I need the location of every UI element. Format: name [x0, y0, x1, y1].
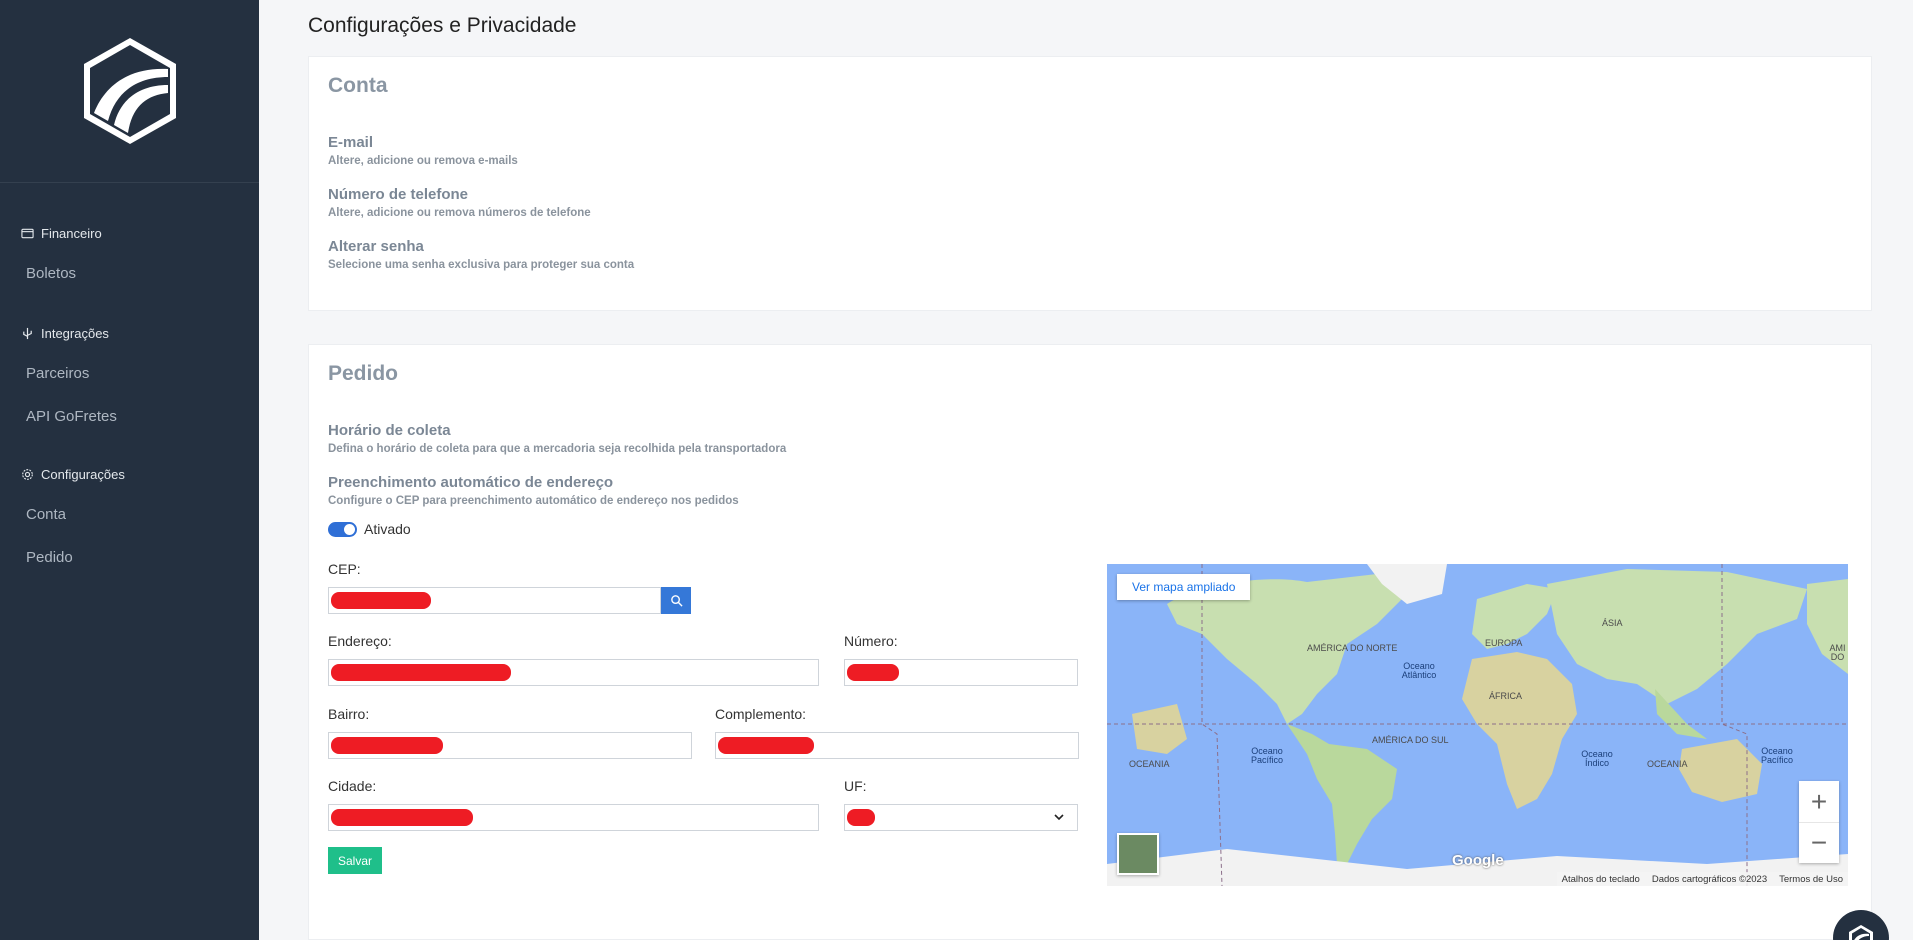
cep-search-button[interactable] [661, 587, 691, 614]
option-subtitle: Selecione uma senha exclusiva para prote… [328, 259, 635, 271]
numero-input[interactable] [844, 659, 1078, 686]
sidebar-item-api-gofretes[interactable]: API GoFretes [0, 395, 259, 438]
pedido-title: Pedido [328, 362, 399, 385]
label-asia: ÁSIA [1602, 618, 1623, 628]
label-oceania-east: OCEANIA [1647, 759, 1688, 769]
map-attribution: Atalhos do teclado Dados cartográficos ©… [1556, 872, 1848, 886]
auto-address-toggle-row: Ativado [328, 521, 411, 537]
zoom-controls: + − [1799, 781, 1839, 863]
search-icon [670, 595, 683, 607]
gofretes-logo-icon [83, 38, 176, 144]
option-subtitle: Defina o horário de coleta para que a me… [328, 443, 787, 455]
cep-label: CEP: [328, 561, 361, 577]
sidebar-group-label: Configurações [41, 466, 125, 482]
option-title: Número de telefone [328, 186, 469, 203]
sidebar: Financeiro Boletos Integrações Parceiros… [0, 0, 259, 940]
option-auto-address: Preenchimento automático de endereço Con… [328, 474, 739, 507]
sidebar-group-configuracoes: Configurações [0, 463, 259, 485]
option-title: Alterar senha [328, 238, 424, 255]
redaction [718, 737, 814, 754]
redaction [847, 809, 875, 826]
pedido-card: Pedido Horário de coleta Defina o horári… [308, 344, 1872, 940]
gofretes-logo-icon [1849, 925, 1873, 940]
option-password[interactable]: Alterar senha Selecione uma senha exclus… [328, 238, 634, 271]
sidebar-group-label: Financeiro [41, 225, 102, 241]
option-subtitle: Configure o CEP para preenchimento autom… [328, 495, 739, 507]
option-title: Preenchimento automático de endereço [328, 474, 614, 491]
conta-card: Conta E-mail Altere, adicione ou remova … [308, 56, 1872, 311]
option-subtitle: Altere, adicione ou remova e-mails [328, 155, 518, 167]
google-logo: Google [1452, 852, 1504, 869]
label-south-america: AMÉRICA DO SUL [1372, 735, 1449, 745]
cep-input[interactable] [328, 587, 661, 614]
world-map [1107, 564, 1848, 886]
label-pacific-west: Oceano Pacífico [1250, 746, 1283, 765]
redaction [847, 664, 899, 681]
option-horario-coleta[interactable]: Horário de coleta Defina o horário de co… [328, 422, 786, 455]
sidebar-group-integracoes: Integrações [0, 322, 259, 344]
option-title: Horário de coleta [328, 422, 451, 439]
redaction [331, 592, 431, 609]
map-data-text: Dados cartográficos ©2023 [1651, 873, 1768, 885]
label-americas-right: AMI DO [1829, 643, 1846, 662]
logo [0, 0, 259, 183]
sidebar-item-boletos[interactable]: Boletos [0, 252, 259, 295]
satellite-toggle[interactable] [1117, 833, 1159, 875]
redaction [331, 737, 443, 754]
chevron-down-icon [1054, 814, 1064, 821]
numero-label: Número: [844, 633, 898, 649]
label-north-america: AMÉRICA DO NORTE [1307, 643, 1398, 653]
bairro-label: Bairro: [328, 706, 370, 722]
gear-icon [22, 468, 33, 480]
usb-icon [23, 327, 32, 339]
option-subtitle: Altere, adicione ou remova números de te… [328, 207, 591, 219]
redaction [331, 809, 473, 826]
label-indian: Oceano Índico [1581, 749, 1613, 768]
label-africa: ÁFRICA [1489, 691, 1523, 701]
option-email[interactable]: E-mail Altere, adicione ou remova e-mail… [328, 134, 518, 167]
zoom-in-icon[interactable]: + [1799, 781, 1839, 822]
conta-title: Conta [328, 74, 388, 97]
toggle-label: Ativado [364, 521, 411, 537]
label-oceania-west: OCEANIA [1129, 759, 1170, 769]
cidade-label: Cidade: [328, 778, 377, 794]
bairro-input[interactable] [328, 732, 692, 759]
sidebar-item-conta[interactable]: Conta [0, 493, 259, 536]
keyboard-shortcuts-link[interactable]: Atalhos do teclado [1562, 874, 1640, 885]
auto-address-toggle[interactable] [328, 521, 357, 537]
complemento-label: Complemento: [715, 706, 807, 722]
map-embed[interactable]: AMÉRICA DO NORTE AMÉRICA DO SUL EUROPA Á… [1107, 564, 1848, 886]
zoom-out-icon[interactable]: − [1799, 822, 1839, 863]
label-pacific-east: Oceano Pacífico [1760, 746, 1793, 765]
complemento-input[interactable] [715, 732, 1079, 759]
cidade-input[interactable] [328, 804, 819, 831]
sidebar-item-pedido[interactable]: Pedido [0, 536, 259, 579]
sidebar-group-financeiro: Financeiro [0, 222, 259, 244]
sidebar-item-parceiros[interactable]: Parceiros [0, 352, 259, 395]
terms-link[interactable]: Termos de Uso [1779, 874, 1843, 885]
enlarge-map-button[interactable]: Ver mapa ampliado [1117, 574, 1251, 600]
option-phone[interactable]: Número de telefone Altere, adicione ou r… [328, 186, 591, 219]
label-europe: EUROPA [1485, 638, 1523, 648]
sidebar-group-label: Integrações [41, 325, 109, 341]
wallet-icon [21, 228, 34, 238]
endereco-input[interactable] [328, 659, 819, 686]
option-title: E-mail [328, 134, 374, 151]
endereco-label: Endereço: [328, 633, 392, 649]
label-atlantic: Oceano Atlântico [1401, 661, 1437, 680]
redaction [331, 664, 511, 681]
uf-label: UF: [844, 778, 867, 794]
page-title: Configurações e Privacidade [308, 14, 577, 37]
save-button[interactable]: Salvar [328, 847, 382, 874]
uf-select[interactable] [844, 804, 1078, 831]
